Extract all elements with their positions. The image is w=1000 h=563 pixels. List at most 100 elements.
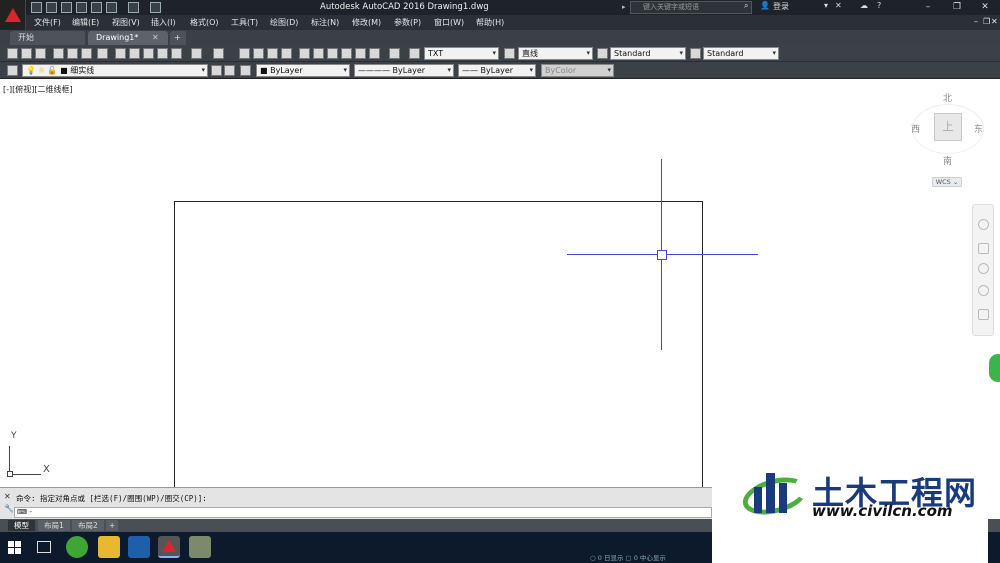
linetype-select[interactable]: ———— ByLayer ▾	[354, 64, 454, 77]
account-dropdown-icon[interactable]: ▾	[824, 1, 828, 10]
menu-window[interactable]: 窗口(W)	[434, 17, 464, 28]
viewcube-top-face[interactable]: 上	[934, 113, 962, 141]
viewcube-north[interactable]: 北	[943, 91, 952, 104]
paste-icon[interactable]	[143, 48, 154, 59]
task-view-icon[interactable]	[37, 541, 51, 553]
steering-wheel-icon[interactable]	[978, 219, 989, 230]
autocad-taskbar-icon[interactable]	[158, 536, 180, 558]
text-style-select[interactable]: TXT ▾	[424, 47, 499, 60]
plot-preview-icon[interactable]	[67, 48, 78, 59]
viewcube-west[interactable]: 西	[911, 122, 920, 135]
minimize-icon[interactable]: –	[914, 0, 942, 15]
block-editor-icon[interactable]	[171, 48, 182, 59]
file-explorer-icon[interactable]	[98, 536, 120, 558]
tab-layout2[interactable]: 布局2	[72, 520, 104, 531]
image-viewer-icon[interactable]	[189, 536, 211, 558]
undo-icon[interactable]	[106, 2, 117, 13]
multileader-style-select[interactable]: Standard ▾	[703, 47, 779, 60]
cut-icon[interactable]	[115, 48, 126, 59]
doc-restore-icon[interactable]: ❐	[983, 17, 990, 26]
help-icon[interactable]	[389, 48, 400, 59]
properties-icon[interactable]	[299, 48, 310, 59]
showmotion-icon[interactable]	[978, 309, 989, 320]
pan-icon[interactable]	[239, 48, 250, 59]
layer-properties-icon[interactable]	[7, 65, 18, 76]
help-icon[interactable]: ?	[877, 1, 881, 10]
menu-help[interactable]: 帮助(H)	[476, 17, 504, 28]
new-tab-button[interactable]: +	[170, 31, 186, 45]
viewcube-south[interactable]: 南	[943, 154, 952, 167]
menu-edit[interactable]: 编辑(E)	[72, 17, 99, 28]
menu-parametric[interactable]: 参数(P)	[394, 17, 421, 28]
layer-state-icon[interactable]	[240, 65, 251, 76]
layer-previous-icon[interactable]	[224, 65, 235, 76]
menu-tools[interactable]: 工具(T)	[231, 17, 258, 28]
table-style-select[interactable]: Standard ▾	[610, 47, 686, 60]
application-menu-button[interactable]	[0, 0, 26, 30]
tool-palettes-icon[interactable]	[327, 48, 338, 59]
close-icon[interactable]: ✕	[971, 0, 999, 15]
dim-style-select[interactable]: 直线 ▾	[518, 47, 593, 60]
close-icon[interactable]: ✕	[4, 492, 11, 501]
new-icon[interactable]	[7, 48, 18, 59]
doc-minimize-icon[interactable]: –	[974, 17, 978, 26]
orbit-icon[interactable]	[978, 285, 989, 296]
command-input[interactable]: ⌨ -	[14, 507, 712, 518]
print-icon[interactable]	[91, 2, 102, 13]
redo-icon[interactable]	[213, 48, 224, 59]
menu-view[interactable]: 视图(V)	[112, 17, 140, 28]
markup-icon[interactable]	[355, 48, 366, 59]
publish-icon[interactable]	[81, 48, 92, 59]
tab-model[interactable]: 模型	[8, 520, 35, 531]
text-style-icon[interactable]	[409, 48, 420, 59]
security-app-icon[interactable]	[128, 536, 150, 558]
design-center-icon[interactable]	[313, 48, 324, 59]
zoom-extents-icon[interactable]	[978, 263, 989, 274]
wcs-menu[interactable]: WCS ⌄	[932, 177, 962, 187]
zoom-window-icon[interactable]	[267, 48, 278, 59]
tab-close-icon[interactable]: ✕	[152, 31, 162, 45]
menu-insert[interactable]: 插入(I)	[151, 17, 176, 28]
redo-icon[interactable]	[128, 2, 139, 13]
tab-layout1[interactable]: 布局1	[38, 520, 70, 531]
save-as-icon[interactable]	[76, 2, 87, 13]
browser-icon[interactable]	[66, 536, 88, 558]
zoom-realtime-icon[interactable]	[253, 48, 264, 59]
make-current-layer-icon[interactable]	[211, 65, 222, 76]
table-style-icon[interactable]	[597, 48, 608, 59]
user-icon[interactable]: 👤	[760, 1, 770, 10]
search-input[interactable]: 键入关键字或短语	[630, 1, 752, 14]
color-select[interactable]: ■ ByLayer ▾	[256, 64, 350, 77]
share-icon[interactable]	[150, 2, 161, 13]
layer-select[interactable]: 💡 ☼ 🔓 ■ 细实线 ▾	[22, 64, 208, 77]
sheet-set-icon[interactable]	[341, 48, 352, 59]
viewcube-east[interactable]: 东	[974, 122, 983, 135]
copy-icon[interactable]	[129, 48, 140, 59]
menu-modify[interactable]: 修改(M)	[352, 17, 381, 28]
menu-format[interactable]: 格式(O)	[190, 17, 219, 28]
open-icon[interactable]	[21, 48, 32, 59]
search-icon[interactable]: ⌕	[744, 1, 748, 11]
plot-icon[interactable]	[53, 48, 64, 59]
add-layout-button[interactable]: +	[106, 520, 119, 531]
tab-start[interactable]: 开始	[10, 31, 85, 45]
match-properties-icon[interactable]	[157, 48, 168, 59]
undo-icon[interactable]	[191, 48, 202, 59]
doc-close-icon[interactable]: ✕	[991, 17, 998, 26]
maximize-icon[interactable]: ❐	[943, 0, 971, 15]
zoom-previous-icon[interactable]	[281, 48, 292, 59]
search-expand-icon[interactable]: ▸	[622, 3, 626, 11]
new-file-icon[interactable]	[31, 2, 42, 13]
a360-icon[interactable]: ☁	[860, 1, 868, 10]
menu-file[interactable]: 文件(F)	[34, 17, 61, 28]
lineweight-select[interactable]: —— ByLayer ▾	[458, 64, 536, 77]
menu-dimension[interactable]: 标注(N)	[311, 17, 339, 28]
login-button[interactable]: 登录	[773, 1, 789, 12]
open-file-icon[interactable]	[46, 2, 57, 13]
dim-style-icon[interactable]	[504, 48, 515, 59]
pan-hand-icon[interactable]	[978, 243, 989, 254]
windows-start-icon[interactable]	[8, 541, 22, 555]
save-icon[interactable]	[61, 2, 72, 13]
wrench-icon[interactable]: 🔧	[4, 504, 14, 513]
multileader-style-icon[interactable]	[690, 48, 701, 59]
